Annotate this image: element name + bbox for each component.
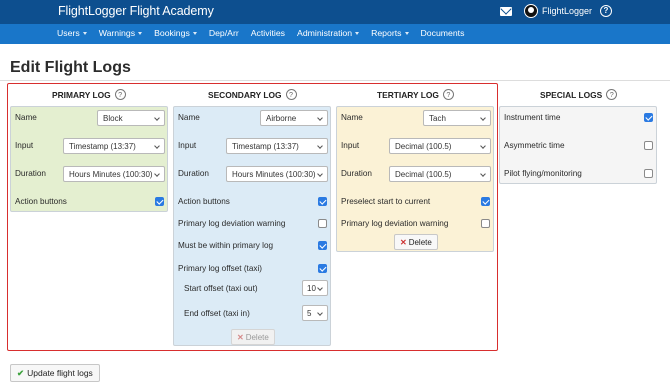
primary-duration-label: Duration — [15, 169, 46, 178]
secondary-log-title: SECONDARY LOG — [208, 89, 282, 100]
start-offset-select[interactable]: 10 — [302, 280, 328, 296]
nav-administration-label: Administration — [297, 28, 353, 38]
chevron-down-icon — [138, 31, 143, 35]
chevron-down-icon — [192, 31, 197, 35]
update-flight-logs-button[interactable]: ✔ Update flight logs — [10, 364, 100, 382]
primary-log-title: PRIMARY LOG — [52, 89, 111, 100]
primary-duration-select[interactable]: Hours Minutes (100:30) — [63, 166, 165, 182]
secondary-action-buttons-label: Action buttons — [178, 197, 230, 206]
pilot-flying-checkbox[interactable] — [644, 169, 653, 178]
secondary-duration-label: Duration — [178, 169, 209, 178]
user-avatar-icon[interactable] — [523, 4, 538, 18]
tertiary-delete-button[interactable]: ✕ Delete — [394, 234, 438, 250]
tertiary-duration-select[interactable]: Decimal (100.5) — [389, 166, 491, 182]
instrument-time-checkbox[interactable] — [644, 113, 653, 122]
chevron-down-icon — [82, 31, 87, 35]
user-menu[interactable]: FlightLogger — [542, 6, 592, 16]
primary-log-panel: Name Block Input Timestamp (13:37) Durat… — [10, 106, 168, 212]
pilot-flying-label: Pilot flying/monitoring — [504, 169, 582, 178]
nav-dep-arr[interactable]: Dep/Arr — [209, 28, 239, 38]
chevron-down-icon — [404, 31, 409, 35]
nav-bookings-label: Bookings — [154, 28, 190, 38]
top-right-controls: FlightLogger ? — [499, 4, 612, 18]
secondary-within-primary-label: Must be within primary log — [178, 241, 274, 250]
tertiary-deviation-warning-label: Primary log deviation warning — [341, 219, 449, 228]
nav-activities[interactable]: Activities — [251, 28, 285, 38]
secondary-offset-taxi-label: Primary log offset (taxi) — [178, 264, 263, 273]
checkmark-icon: ✔ — [17, 368, 25, 378]
end-offset-label: End offset (taxi in) — [184, 309, 250, 318]
navigation-bar: Users Warnings Bookings Dep/Arr Activiti… — [0, 24, 670, 44]
help-icon[interactable]: ? — [606, 89, 618, 100]
help-icon[interactable]: ? — [600, 5, 612, 17]
secondary-log-panel: Name Airborne Input Timestamp (13:37) Du… — [173, 106, 331, 346]
update-flight-logs-label: Update flight logs — [27, 368, 93, 378]
nav-administration[interactable]: Administration — [297, 28, 360, 38]
primary-input-select[interactable]: Timestamp (13:37) — [63, 138, 165, 154]
primary-name-select[interactable]: Block — [97, 110, 165, 126]
special-logs-heading: SPECIAL LOGS ? — [540, 89, 618, 100]
primary-name-label: Name — [15, 113, 37, 122]
secondary-input-select[interactable]: Timestamp (13:37) — [226, 138, 328, 154]
secondary-log-heading: SECONDARY LOG ? — [208, 89, 297, 100]
special-logs-title: SPECIAL LOGS — [540, 89, 603, 100]
secondary-deviation-warning-label: Primary log deviation warning — [178, 219, 286, 228]
special-logs-panel: Instrument time Asymmetric time Pilot fl… — [499, 106, 657, 184]
nav-bookings[interactable]: Bookings — [154, 28, 197, 38]
tertiary-name-label: Name — [341, 113, 363, 122]
envelope-icon[interactable] — [499, 6, 512, 16]
help-icon[interactable]: ? — [442, 89, 454, 100]
secondary-delete-button[interactable]: ✕ Delete — [231, 329, 275, 345]
tertiary-name-select[interactable]: Tach — [423, 110, 491, 126]
tertiary-deviation-warning-checkbox[interactable] — [481, 219, 490, 228]
nav-reports-label: Reports — [371, 28, 402, 38]
nav-reports[interactable]: Reports — [371, 28, 409, 38]
close-icon: ✕ — [237, 333, 244, 342]
tertiary-delete-label: Delete — [408, 238, 432, 247]
primary-input-label: Input — [15, 141, 34, 150]
tertiary-preselect-checkbox[interactable] — [481, 197, 490, 206]
tertiary-log-panel: Name Tach Input Decimal (100.5) Duration… — [336, 106, 494, 252]
help-icon[interactable]: ? — [114, 89, 126, 100]
secondary-name-label: Name — [178, 113, 200, 122]
tertiary-log-heading: TERTIARY LOG ? — [377, 89, 454, 100]
nav-warnings-label: Warnings — [98, 28, 136, 38]
instrument-time-label: Instrument time — [504, 113, 561, 122]
nav-documents[interactable]: Documents — [421, 28, 465, 38]
secondary-offset-taxi-checkbox[interactable] — [318, 264, 327, 273]
chevron-down-icon — [355, 31, 360, 35]
help-icon[interactable]: ? — [285, 89, 297, 100]
asymmetric-time-label: Asymmetric time — [504, 141, 565, 150]
title-divider — [0, 80, 670, 81]
tertiary-preselect-label: Preselect start to current — [341, 197, 431, 206]
top-bar: FlightLogger Flight Academy FlightLogger… — [0, 0, 670, 24]
secondary-name-select[interactable]: Airborne — [260, 110, 328, 126]
tertiary-duration-label: Duration — [341, 169, 372, 178]
app-title[interactable]: FlightLogger Flight Academy — [58, 4, 214, 18]
primary-action-buttons-checkbox[interactable] — [155, 197, 164, 206]
secondary-within-primary-checkbox[interactable] — [318, 241, 327, 250]
nav-users[interactable]: Users — [57, 28, 87, 38]
secondary-duration-select[interactable]: Hours Minutes (100:30) — [226, 166, 328, 182]
secondary-action-buttons-checkbox[interactable] — [318, 197, 327, 206]
start-offset-label: Start offset (taxi out) — [184, 284, 258, 293]
nav-users-label: Users — [57, 28, 80, 38]
page-title: Edit Flight Logs — [10, 59, 131, 76]
primary-action-buttons-label: Action buttons — [15, 197, 67, 206]
primary-log-heading: PRIMARY LOG ? — [52, 89, 126, 100]
tertiary-input-label: Input — [341, 141, 360, 150]
nav-warnings[interactable]: Warnings — [98, 28, 143, 38]
asymmetric-time-checkbox[interactable] — [644, 141, 653, 150]
secondary-delete-label: Delete — [245, 333, 269, 342]
tertiary-input-select[interactable]: Decimal (100.5) — [389, 138, 491, 154]
secondary-input-label: Input — [178, 141, 197, 150]
secondary-deviation-warning-checkbox[interactable] — [318, 219, 327, 228]
close-icon: ✕ — [400, 238, 407, 247]
end-offset-select[interactable]: 5 — [302, 305, 328, 321]
tertiary-log-title: TERTIARY LOG — [377, 89, 439, 100]
nav-menu: Users Warnings Bookings Dep/Arr Activiti… — [57, 28, 464, 38]
